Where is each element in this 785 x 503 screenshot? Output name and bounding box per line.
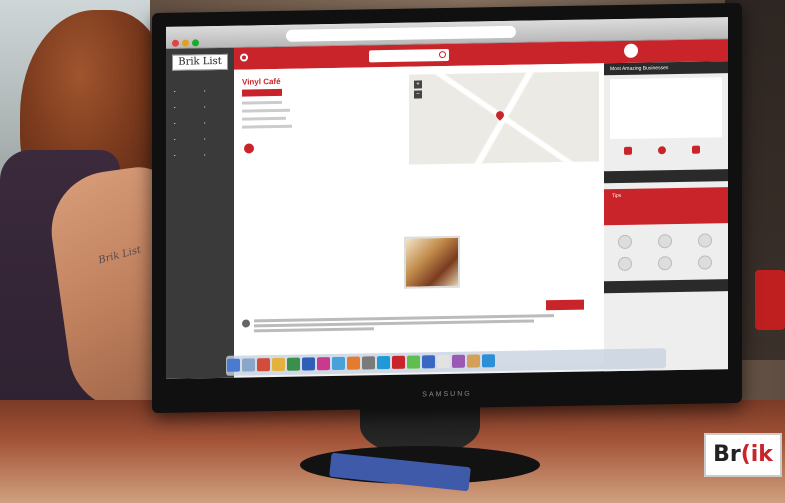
header-search-input[interactable]	[369, 48, 449, 63]
dock-app-icon[interactable]	[242, 358, 255, 372]
map-zoom-out-icon[interactable]: −	[414, 90, 422, 99]
sidebar-item[interactable]: ▪	[174, 137, 175, 142]
badge-icon[interactable]	[658, 256, 672, 271]
sidebar-item[interactable]: ▪	[204, 104, 205, 109]
venue-detail-line	[242, 100, 282, 105]
camera-icon[interactable]	[692, 145, 700, 154]
brik-overlay-logo-right: (ik	[740, 442, 773, 467]
sidebar-item[interactable]: ▪	[204, 120, 205, 125]
search-icon[interactable]	[439, 51, 446, 59]
monitor-brand-label: SAMSUNG	[422, 390, 472, 399]
brik-list-logo[interactable]: Brik List	[172, 53, 228, 71]
dock-app-icon[interactable]	[302, 357, 315, 371]
comment-avatar	[242, 319, 250, 328]
photo-scene: Brik List Brik List ▪ ▪ ▪ ▪ ▪ ▪ ▪ ▪ ▪ ▪ …	[0, 0, 785, 503]
user-avatar[interactable]	[624, 43, 638, 58]
right-panel-map-card[interactable]	[610, 77, 722, 140]
sidebar-item[interactable]: ▪	[204, 152, 205, 157]
dock-app-icon[interactable]	[272, 357, 285, 372]
venue-title: Vinyl Café	[242, 76, 281, 87]
menu-icon[interactable]	[240, 53, 248, 62]
brik-overlay-logo: Br(ik	[704, 433, 782, 477]
panel-action-icon[interactable]	[624, 146, 632, 155]
dock-app-icon[interactable]	[287, 357, 300, 371]
app-sidebar: Brik List ▪ ▪ ▪ ▪ ▪ ▪ ▪ ▪ ▪ ▪	[166, 47, 234, 379]
sidebar-item[interactable]: ▪	[204, 136, 205, 141]
monitor-screen: Brik List ▪ ▪ ▪ ▪ ▪ ▪ ▪ ▪ ▪ ▪ Vinyl Café…	[166, 17, 728, 379]
maximize-dot-icon[interactable]	[192, 39, 199, 47]
dock-app-icon[interactable]	[227, 358, 240, 372]
dock-app-icon[interactable]	[377, 355, 390, 370]
venue-main-panel: Vinyl Café + −	[234, 63, 604, 370]
badge-icon[interactable]	[618, 256, 632, 272]
dock-app-icon[interactable]	[257, 358, 270, 372]
minimize-dot-icon[interactable]	[182, 39, 189, 47]
sidebar-item[interactable]: ▪	[174, 105, 175, 110]
dock-app-icon[interactable]	[422, 355, 435, 369]
venue-action-icon[interactable]	[244, 143, 254, 154]
brik-overlay-logo-left: Br	[713, 442, 741, 467]
right-panel-subheading	[604, 169, 728, 184]
badge-icon[interactable]	[698, 233, 712, 248]
monitor: Brik List ▪ ▪ ▪ ▪ ▪ ▪ ▪ ▪ ▪ ▪ Vinyl Café…	[152, 2, 742, 414]
right-panel: Most Amazing Businesses Tips	[604, 61, 728, 374]
panel-action-icon[interactable]	[658, 146, 666, 155]
tips-alert[interactable]: Tips	[604, 187, 728, 226]
right-panel-heading: Most Amazing Businesses	[604, 61, 728, 76]
sidebar-item[interactable]: ▪	[204, 88, 205, 93]
venue-detail-line	[242, 108, 290, 113]
venue-detail-line	[242, 116, 286, 121]
dock-app-icon[interactable]	[347, 356, 360, 370]
venue-badge	[242, 88, 282, 97]
dock-app-icon[interactable]	[437, 354, 450, 369]
venue-detail-line	[242, 124, 292, 129]
dock-app-icon[interactable]	[482, 354, 495, 368]
badge-icon[interactable]	[658, 234, 672, 249]
sidebar-item[interactable]: ▪	[174, 89, 175, 94]
dock-app-icon[interactable]	[332, 356, 345, 371]
close-dot-icon[interactable]	[172, 39, 179, 47]
tips-alert-title: Tips	[612, 192, 622, 200]
url-bar[interactable]	[286, 25, 516, 42]
venue-photo[interactable]	[404, 235, 460, 289]
sidebar-item[interactable]: ▪	[174, 121, 175, 126]
venue-map[interactable]	[409, 71, 599, 165]
dock-app-icon[interactable]	[362, 356, 375, 370]
dock-app-icon[interactable]	[317, 357, 330, 371]
badge-icon[interactable]	[618, 234, 632, 250]
comment-text	[254, 312, 564, 334]
badge-icon[interactable]	[698, 255, 712, 270]
red-object	[755, 270, 785, 330]
dock-app-icon[interactable]	[392, 355, 405, 369]
right-panel-feed-heading	[604, 279, 728, 294]
dock-app-icon[interactable]	[467, 354, 480, 368]
dock-app-icon[interactable]	[452, 354, 465, 368]
sidebar-item[interactable]: ▪	[174, 153, 175, 158]
dock-app-icon[interactable]	[407, 355, 420, 369]
map-zoom-in-icon[interactable]: +	[414, 80, 422, 89]
venue-red-button[interactable]	[546, 299, 584, 311]
